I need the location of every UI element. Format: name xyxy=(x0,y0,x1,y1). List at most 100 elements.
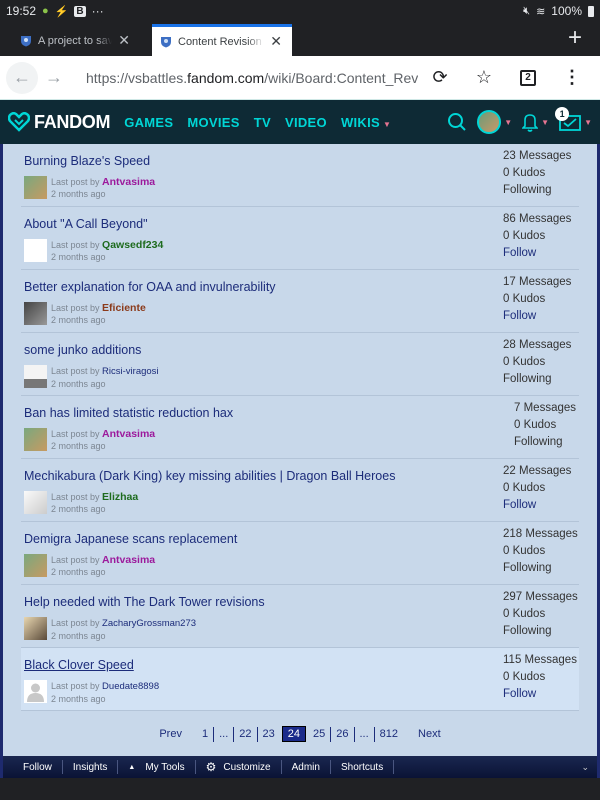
reload-button[interactable]: ⟳ xyxy=(418,62,462,94)
thread-title-link[interactable]: Demigra Japanese scans replacement xyxy=(24,532,237,546)
following-button[interactable]: Following xyxy=(503,560,579,577)
page-link[interactable]: 22 xyxy=(234,727,256,741)
author-link[interactable]: Duedate8898 xyxy=(102,681,159,692)
message-count: 23 Messages xyxy=(503,150,572,162)
browser-tab[interactable]: A project to save ✕ xyxy=(0,25,140,56)
my-tools-label: My Tools xyxy=(145,761,185,773)
meta-text: Last post by ZacharyGrossman273 2 months … xyxy=(51,617,196,642)
last-post-label: Last post by xyxy=(51,681,100,691)
nav-wikis[interactable]: WIKIS ▼ xyxy=(341,115,391,130)
message-count: 115 Messages xyxy=(503,654,577,666)
author-avatar[interactable] xyxy=(24,617,47,640)
back-button[interactable]: ← xyxy=(6,61,38,94)
thread-title-link[interactable]: Mechikabura (Dark King) key missing abil… xyxy=(24,469,395,483)
following-button[interactable]: Following xyxy=(514,434,579,451)
nav-tv[interactable]: TV xyxy=(254,115,271,130)
toolbar-shortcuts[interactable]: Shortcuts xyxy=(331,760,395,774)
author-avatar[interactable] xyxy=(24,680,47,703)
last-post-line: Last post by Qawsedf234 xyxy=(51,239,163,251)
toolbar-my-tools[interactable]: ▲ My Tools xyxy=(118,760,196,774)
author-link[interactable]: ZacharyGrossman273 xyxy=(102,618,196,629)
toolbar-insights[interactable]: Insights xyxy=(63,760,119,774)
user-menu[interactable]: ▼ xyxy=(477,110,512,134)
page-link[interactable]: 812 xyxy=(375,727,403,741)
thread-title-link[interactable]: Burning Blaze's Speed xyxy=(24,154,150,168)
bell-icon xyxy=(522,114,539,132)
new-tab-button[interactable]: + xyxy=(568,24,582,52)
author-link[interactable]: Eficiente xyxy=(102,302,146,314)
collapse-toolbar-icon[interactable]: ⌄ xyxy=(581,762,589,773)
author-avatar[interactable] xyxy=(24,239,47,262)
author-link[interactable]: Ricsi-viragosi xyxy=(102,366,158,377)
browser-tab-strip: A project to save ✕ Content Revision ✕ + xyxy=(0,22,600,56)
author-avatar[interactable] xyxy=(24,365,47,388)
following-button[interactable]: Following xyxy=(503,371,579,388)
author-link[interactable]: Antvasima xyxy=(102,428,155,440)
author-avatar[interactable] xyxy=(24,428,47,451)
thread-title-link[interactable]: Black Clover Speed xyxy=(24,658,134,672)
fandom-logo[interactable]: FANDOM xyxy=(8,112,111,133)
toolbar-customize[interactable]: ⚙ Customize xyxy=(196,760,282,774)
messages-menu[interactable]: 1 ▼ xyxy=(555,107,592,131)
close-tab-icon[interactable]: ✕ xyxy=(118,32,130,49)
toolbar-follow[interactable]: Follow xyxy=(13,760,63,774)
follow-button[interactable]: Follow xyxy=(503,308,579,325)
thread-title-link[interactable]: Ban has limited statistic reduction hax xyxy=(24,406,233,420)
page-link[interactable]: 26 xyxy=(331,727,353,741)
next-page-link[interactable]: Next xyxy=(413,727,446,741)
thread-stats: 218 Messages 0 Kudos Following xyxy=(489,526,579,584)
vsbattles-favicon-icon xyxy=(161,36,171,47)
thread-title-link[interactable]: About "A Call Beyond" xyxy=(24,217,148,231)
notifications-menu[interactable]: ▼ xyxy=(522,112,549,132)
vsbattles-favicon-icon xyxy=(21,35,31,46)
close-tab-icon[interactable]: ✕ xyxy=(270,33,282,50)
tab-switcher-button[interactable]: 2 xyxy=(506,62,550,94)
author-link[interactable]: Elizhaa xyxy=(102,491,138,503)
page-link[interactable]: 23 xyxy=(258,727,280,741)
toolbar-admin[interactable]: Admin xyxy=(282,760,331,774)
prev-page-link[interactable]: Prev xyxy=(154,727,187,741)
nav-games[interactable]: GAMES xyxy=(124,115,173,130)
thread-main: Mechikabura (Dark King) key missing abil… xyxy=(21,465,489,521)
arrow-left-icon: ← xyxy=(13,67,31,87)
kudos-count: 0 Kudos xyxy=(503,293,546,305)
board-content: Burning Blaze's Speed Last post by Antvas… xyxy=(0,144,600,778)
message-count: 17 Messages xyxy=(503,276,572,288)
following-button[interactable]: Following xyxy=(503,623,579,640)
browser-menu-button[interactable]: ⋮ xyxy=(550,62,594,94)
thread-meta: Last post by Antvasima 2 months ago xyxy=(24,428,489,452)
author-avatar[interactable] xyxy=(24,491,47,514)
message-count: 7 Messages xyxy=(514,402,577,414)
follow-button[interactable]: Follow xyxy=(503,686,579,703)
following-button[interactable]: Following xyxy=(503,182,579,199)
search-icon[interactable] xyxy=(447,112,467,132)
customize-label: Customize xyxy=(223,761,271,773)
author-link[interactable]: Antvasima xyxy=(102,176,155,188)
nav-movies[interactable]: MOVIES xyxy=(187,115,239,130)
author-avatar[interactable] xyxy=(24,554,47,577)
forward-button[interactable]: → xyxy=(38,62,70,94)
thread-title-link[interactable]: Better explanation for OAA and invulnera… xyxy=(24,280,276,294)
author-avatar[interactable] xyxy=(24,176,47,199)
browser-tab-active[interactable]: Content Revision ✕ xyxy=(152,24,292,56)
current-page[interactable]: 24 xyxy=(281,726,306,742)
kudos-count: 0 Kudos xyxy=(503,167,546,179)
thread-title-link[interactable]: Help needed with The Dark Tower revision… xyxy=(24,595,265,609)
kudos-count: 0 Kudos xyxy=(514,419,557,431)
post-time: 2 months ago xyxy=(51,189,106,199)
nav-video[interactable]: VIDEO xyxy=(285,115,327,130)
author-link[interactable]: Qawsedf234 xyxy=(102,239,163,251)
author-link[interactable]: Antvasima xyxy=(102,554,155,566)
author-avatar[interactable] xyxy=(24,302,47,325)
page-ellipsis: ... xyxy=(219,728,229,740)
android-icon: ● xyxy=(42,5,49,17)
bookmark-button[interactable]: ☆ xyxy=(462,62,506,94)
notification-badge: 1 xyxy=(555,107,570,121)
page-link[interactable]: 25 xyxy=(308,727,330,741)
follow-button[interactable]: Follow xyxy=(503,497,579,514)
thread-row: Mechikabura (Dark King) key missing abil… xyxy=(21,459,579,522)
page-link[interactable]: 1 xyxy=(197,727,213,741)
follow-button[interactable]: Follow xyxy=(503,245,579,262)
thread-title-link[interactable]: some junko additions xyxy=(24,343,141,357)
url-field[interactable]: https://vsbattles. fandom.com/wiki/Board:… xyxy=(78,70,418,86)
